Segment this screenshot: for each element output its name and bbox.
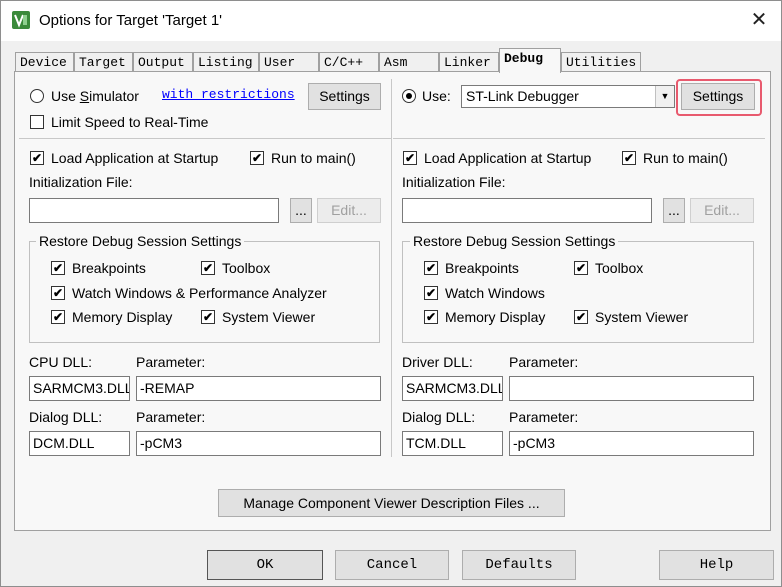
run-to-main-label: Run to main() — [271, 150, 356, 166]
init-file-label: Initialization File: — [29, 174, 133, 190]
init-file-browse-button-right[interactable]: ... — [663, 198, 685, 223]
use-simulator-label: Use Simulator — [51, 88, 139, 104]
watch-windows-label-right: Watch Windows — [445, 285, 545, 301]
debugger-select-value: ST-Link Debugger — [466, 88, 579, 104]
dialog-param-field[interactable]: -pCM3 — [136, 431, 381, 456]
options-dialog: Options for Target 'Target 1' ✕ Device T… — [0, 0, 782, 587]
dialog-param-label-right: Parameter: — [509, 409, 579, 425]
watch-windows-checkbox-right[interactable]: ✔ — [424, 286, 438, 300]
load-app-checkbox-right[interactable]: ✔ — [403, 151, 417, 165]
window-title: Options for Target 'Target 1' — [39, 12, 223, 29]
cpu-param-label: Parameter: — [136, 354, 206, 370]
system-viewer-checkbox[interactable]: ✔ — [201, 310, 215, 324]
settings-highlight-box — [676, 79, 762, 116]
chevron-down-icon[interactable]: ▼ — [655, 86, 674, 107]
dialog-dll-field[interactable]: DCM.DLL — [29, 431, 130, 456]
use-label: Use: — [422, 88, 451, 104]
restore-settings-label-right: Restore Debug Session Settings — [410, 233, 619, 249]
help-button[interactable]: Help — [659, 550, 774, 580]
dialog-dll-label-right: Dialog DLL: — [402, 409, 476, 425]
title-bar: Options for Target 'Target 1' ✕ — [1, 1, 781, 41]
breakpoints-checkbox[interactable]: ✔ — [51, 261, 65, 275]
memory-display-label-right: Memory Display — [445, 309, 546, 325]
memory-display-checkbox-right[interactable]: ✔ — [424, 310, 438, 324]
driver-dll-label: Driver DLL: — [402, 354, 473, 370]
cpu-dll-label: CPU DLL: — [29, 354, 93, 370]
left-divider — [19, 138, 391, 139]
system-viewer-label: System Viewer — [222, 309, 316, 325]
tab-listing[interactable]: Listing — [193, 52, 259, 71]
keil-app-icon — [12, 11, 30, 29]
memory-display-label: Memory Display — [72, 309, 173, 325]
toolbox-label-right: Toolbox — [595, 260, 644, 276]
init-file-edit-button-right[interactable]: Edit... — [690, 198, 754, 223]
init-file-input[interactable] — [29, 198, 279, 223]
system-viewer-label-right: System Viewer — [595, 309, 689, 325]
simulator-settings-button[interactable]: Settings — [308, 83, 381, 110]
watch-windows-label: Watch Windows & Performance Analyzer — [72, 285, 327, 301]
init-file-edit-button[interactable]: Edit... — [317, 198, 381, 223]
debugger-select[interactable]: ST-Link Debugger ▼ — [461, 85, 675, 108]
toolbox-checkbox-right[interactable]: ✔ — [574, 261, 588, 275]
breakpoints-label-right: Breakpoints — [445, 260, 519, 276]
breakpoints-label: Breakpoints — [72, 260, 146, 276]
use-debugger-radio[interactable] — [402, 89, 416, 103]
tab-debug[interactable]: Debug — [499, 48, 561, 73]
tab-user[interactable]: User — [259, 52, 319, 71]
cpu-dll-field[interactable]: SARMCM3.DLL — [29, 376, 130, 401]
init-file-label-right: Initialization File: — [402, 174, 506, 190]
watch-windows-checkbox[interactable]: ✔ — [51, 286, 65, 300]
column-divider — [391, 79, 392, 457]
manage-component-viewer-button[interactable]: Manage Component Viewer Description File… — [218, 489, 565, 517]
tab-linker[interactable]: Linker — [439, 52, 499, 71]
dialog-dll-field-right[interactable]: TCM.DLL — [402, 431, 503, 456]
memory-display-checkbox[interactable]: ✔ — [51, 310, 65, 324]
use-simulator-radio[interactable] — [30, 89, 44, 103]
right-divider — [393, 138, 765, 139]
breakpoints-checkbox-right[interactable]: ✔ — [424, 261, 438, 275]
limit-speed-label: Limit Speed to Real-Time — [51, 114, 209, 130]
driver-param-label: Parameter: — [509, 354, 579, 370]
tab-target[interactable]: Target — [74, 52, 133, 71]
limit-speed-checkbox[interactable] — [30, 115, 44, 129]
load-app-checkbox[interactable]: ✔ — [30, 151, 44, 165]
cancel-button[interactable]: Cancel — [335, 550, 449, 580]
run-to-main-checkbox[interactable]: ✔ — [250, 151, 264, 165]
dialog-param-label: Parameter: — [136, 409, 206, 425]
init-file-input-right[interactable] — [402, 198, 652, 223]
run-to-main-label-right: Run to main() — [643, 150, 728, 166]
run-to-main-checkbox-right[interactable]: ✔ — [622, 151, 636, 165]
tab-asm[interactable]: Asm — [379, 52, 439, 71]
init-file-browse-button[interactable]: ... — [290, 198, 312, 223]
close-icon[interactable]: ✕ — [743, 5, 775, 35]
tab-cc[interactable]: C/C++ — [319, 52, 379, 71]
ok-button[interactable]: OK — [207, 550, 323, 580]
restore-settings-label: Restore Debug Session Settings — [36, 233, 245, 249]
restrictions-link[interactable]: with restrictions — [162, 87, 295, 102]
dialog-dll-label: Dialog DLL: — [29, 409, 103, 425]
tab-utilities[interactable]: Utilities — [561, 52, 641, 71]
toolbox-label: Toolbox — [222, 260, 271, 276]
tab-output[interactable]: Output — [133, 52, 193, 71]
defaults-button[interactable]: Defaults — [462, 550, 576, 580]
dialog-param-field-right[interactable]: -pCM3 — [509, 431, 754, 456]
cpu-param-field[interactable]: -REMAP — [136, 376, 381, 401]
load-app-label-right: Load Application at Startup — [424, 150, 592, 166]
system-viewer-checkbox-right[interactable]: ✔ — [574, 310, 588, 324]
driver-param-field[interactable] — [509, 376, 754, 401]
tab-device[interactable]: Device — [15, 52, 74, 71]
load-app-label: Load Application at Startup — [51, 150, 219, 166]
toolbox-checkbox[interactable]: ✔ — [201, 261, 215, 275]
driver-dll-field[interactable]: SARMCM3.DLL — [402, 376, 503, 401]
